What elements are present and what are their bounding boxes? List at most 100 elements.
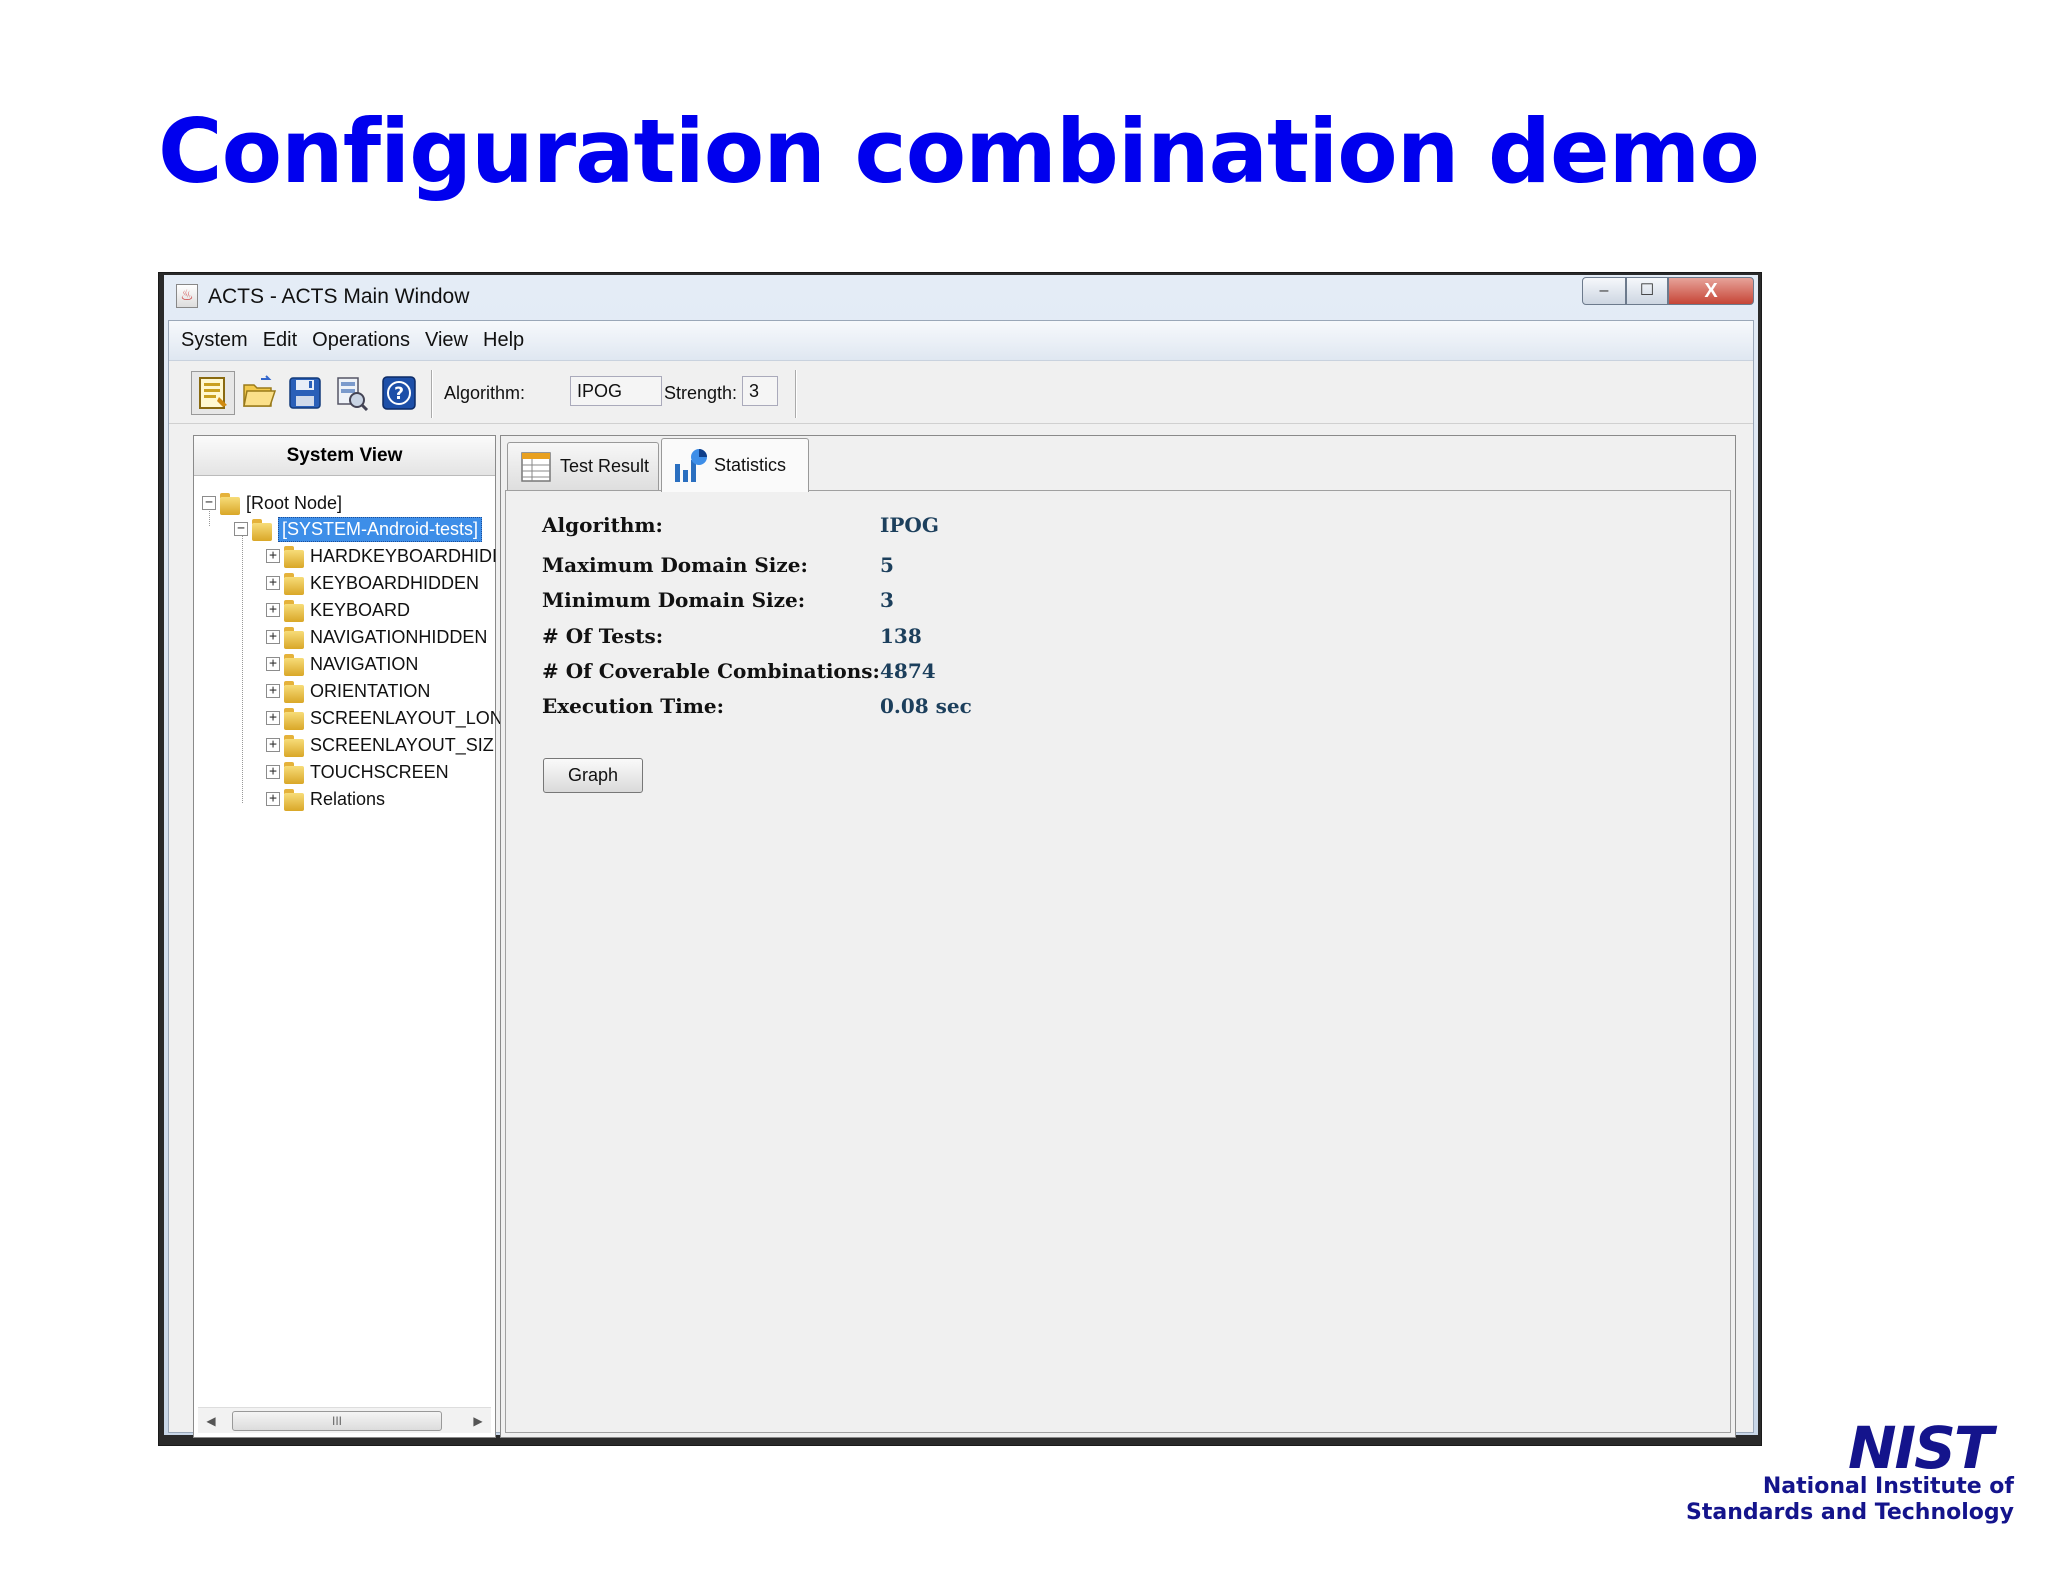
menu-edit[interactable]: Edit: [263, 329, 297, 352]
tree-node-label: [SYSTEM-Android-tests]: [278, 516, 483, 542]
save-button[interactable]: [283, 371, 327, 415]
window-title: ACTS - ACTS Main Window: [208, 285, 470, 308]
slide-title: Configuration combination demo: [158, 100, 1760, 203]
menu-view[interactable]: View: [425, 329, 468, 352]
acts-main-window: ♨ ACTS - ACTS Main Window – ☐ X System E…: [158, 272, 1762, 1446]
tree-node-parameter[interactable]: + KEYBOARD: [266, 597, 410, 623]
close-button[interactable]: X: [1668, 277, 1754, 305]
system-view-header: System View: [194, 436, 495, 476]
tab-label: Test Result: [560, 456, 650, 476]
stat-value: 138: [880, 624, 922, 648]
folder-icon: [284, 598, 304, 622]
tree-node-parameter[interactable]: + TOUCHSCREEN: [266, 759, 449, 785]
horizontal-scrollbar[interactable]: ◀ III ▶: [198, 1407, 491, 1433]
collapse-icon[interactable]: −: [202, 496, 216, 510]
nist-logo: NIST: [1848, 1414, 1993, 1482]
system-view-panel: System View − [Root Node] − [SYSTEM-Andr…: [193, 435, 503, 1438]
tree-node-label: NAVIGATIONHIDDEN: [310, 626, 488, 647]
tab-label: Statistics: [714, 455, 787, 475]
expand-icon[interactable]: +: [266, 549, 280, 563]
folder-icon: [284, 625, 304, 649]
help-button[interactable]: ?: [377, 371, 421, 415]
tree-node-relations[interactable]: + Relations: [266, 786, 385, 812]
title-bar[interactable]: ♨ ACTS - ACTS Main Window – ☐ X: [164, 275, 1758, 320]
tree-node-label: KEYBOARDHIDDEN: [310, 572, 480, 593]
build-button[interactable]: [329, 371, 373, 415]
maximize-button[interactable]: ☐: [1626, 277, 1668, 305]
folder-icon: [284, 544, 304, 568]
window-frame: ♨ ACTS - ACTS Main Window – ☐ X System E…: [164, 275, 1758, 1438]
java-app-icon: ♨: [176, 284, 198, 308]
new-system-button[interactable]: [191, 371, 235, 415]
tree-node-label: ORIENTATION: [310, 680, 431, 701]
collapse-icon[interactable]: −: [234, 522, 248, 536]
expand-icon[interactable]: +: [266, 792, 280, 806]
tab-statistics[interactable]: Statistics: [661, 438, 809, 492]
expand-icon[interactable]: +: [266, 711, 280, 725]
graph-button[interactable]: Graph: [543, 758, 643, 793]
statistics-content: Algorithm: IPOG Maximum Domain Size: 5 M…: [505, 490, 1731, 1433]
folder-icon: [252, 517, 272, 541]
stat-label: # Of Tests:: [542, 624, 664, 648]
strength-field[interactable]: 3: [742, 376, 778, 406]
expand-icon[interactable]: +: [266, 684, 280, 698]
expand-icon[interactable]: +: [266, 657, 280, 671]
save-icon: [289, 377, 321, 409]
tree-node-parameter[interactable]: + ORIENTATION: [266, 678, 430, 704]
statistics-chart-icon: [675, 448, 707, 482]
expand-icon[interactable]: +: [266, 603, 280, 617]
menu-help[interactable]: Help: [483, 329, 524, 352]
tree-node-label: Relations: [310, 788, 386, 809]
tree-node-root[interactable]: − [Root Node]: [202, 490, 342, 516]
toolbar: ? Algorithm: IPOG Strength: 3: [169, 362, 1753, 424]
build-icon: [337, 377, 369, 411]
tab-test-result[interactable]: Test Result: [507, 442, 659, 490]
folder-icon: [284, 706, 304, 730]
expand-icon[interactable]: +: [266, 630, 280, 644]
folder-icon: [220, 491, 240, 515]
expand-icon[interactable]: +: [266, 765, 280, 779]
window-client-area: System Edit Operations View Help ? Algor…: [168, 320, 1754, 1438]
expand-icon[interactable]: +: [266, 738, 280, 752]
tree-node-label: TOUCHSCREEN: [310, 761, 449, 782]
minimize-button[interactable]: –: [1582, 277, 1626, 305]
tree-node-parameter[interactable]: + HARDKEYBOARDHIDI: [266, 543, 497, 569]
tree-node-parameter[interactable]: + NAVIGATIONHIDDEN: [266, 624, 487, 650]
algorithm-field[interactable]: IPOG: [570, 376, 662, 406]
tree-node-system[interactable]: − [SYSTEM-Android-tests]: [234, 516, 483, 542]
tree-node-parameter[interactable]: + NAVIGATION: [266, 651, 418, 677]
tree-node-parameter[interactable]: + KEYBOARDHIDDEN: [266, 570, 479, 596]
tree-node-parameter[interactable]: + SCREENLAYOUT_LON: [266, 705, 503, 731]
open-button[interactable]: [237, 371, 281, 415]
folder-icon: [284, 571, 304, 595]
toolbar-separator: [431, 370, 433, 418]
open-folder-icon: [243, 375, 277, 407]
nist-logo-line2: Standards and Technology: [1686, 1500, 2014, 1525]
toolbar-separator: [795, 370, 797, 418]
tree-node-parameter[interactable]: + SCREENLAYOUT_SIZ: [266, 732, 494, 758]
tree-node-label: HARDKEYBOARDHIDI: [310, 545, 498, 566]
tree-node-label: NAVIGATION: [310, 653, 419, 674]
stat-value: 0.08 sec: [880, 694, 972, 718]
stat-value: IPOG: [880, 513, 939, 537]
nist-logo-line1: National Institute of: [1762, 1474, 2014, 1499]
results-panel: Test Result Statistics Algorithm: IPOG M…: [500, 435, 1736, 1438]
tree-node-label: SCREENLAYOUT_LON: [310, 707, 503, 728]
stat-label: # Of Coverable Combinations:: [542, 659, 880, 683]
scroll-right-icon[interactable]: ▶: [465, 1408, 491, 1434]
folder-icon: [284, 679, 304, 703]
stat-label: Minimum Domain Size:: [542, 588, 806, 612]
scrollbar-thumb[interactable]: III: [232, 1411, 442, 1431]
menu-operations[interactable]: Operations: [312, 329, 410, 352]
strength-label: Strength:: [664, 383, 738, 403]
expand-icon[interactable]: +: [266, 576, 280, 590]
stat-value: 5: [880, 553, 894, 577]
scroll-left-icon[interactable]: ◀: [198, 1408, 224, 1434]
stat-value: 3: [880, 588, 894, 612]
menu-system[interactable]: System: [181, 329, 248, 352]
folder-icon: [284, 787, 304, 811]
menu-bar: System Edit Operations View Help: [169, 321, 1753, 361]
folder-icon: [284, 652, 304, 676]
new-system-icon: [199, 377, 227, 409]
tree-node-label: [Root Node]: [246, 492, 343, 513]
